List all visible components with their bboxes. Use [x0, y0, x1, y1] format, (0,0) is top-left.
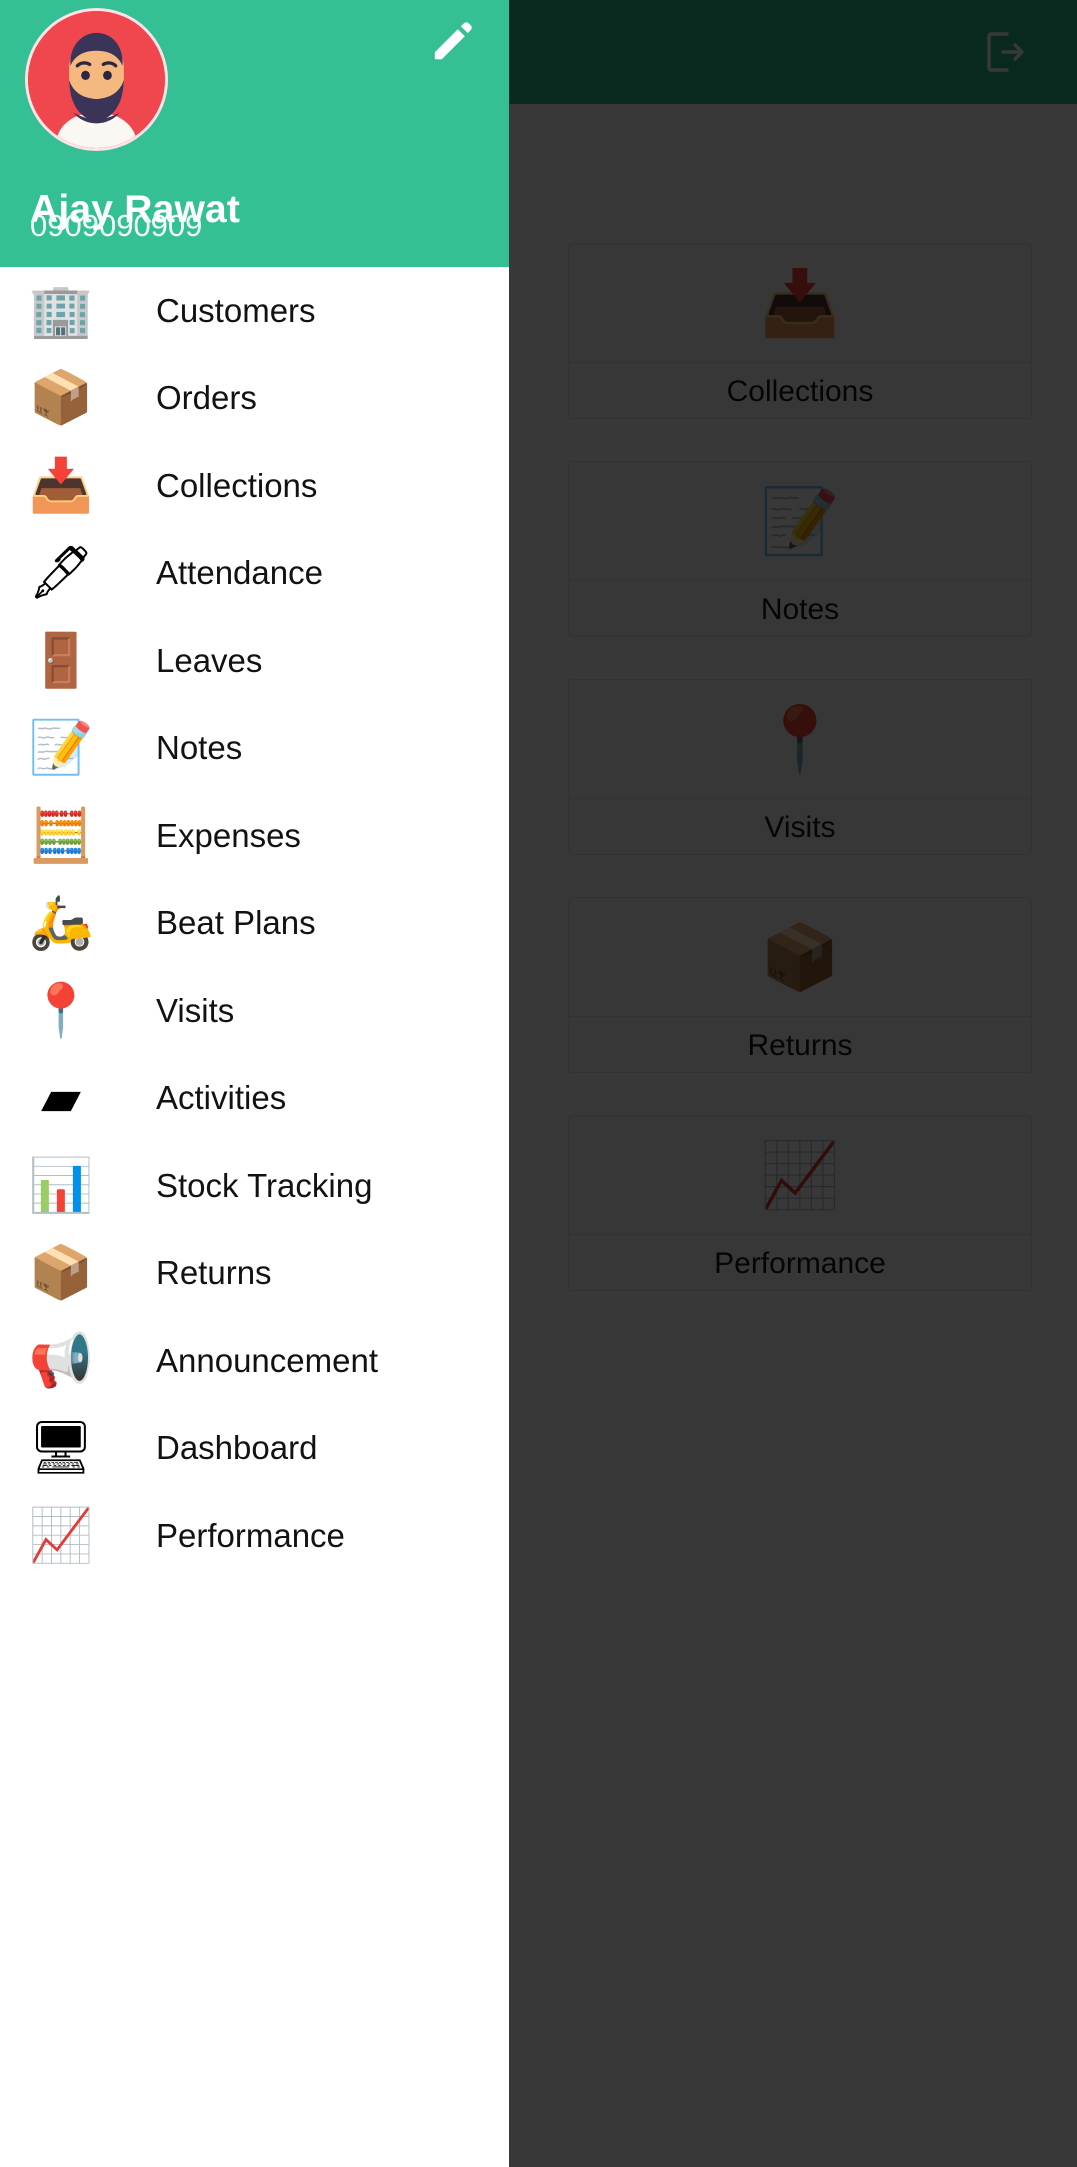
box-clipboard-icon: 📦	[28, 369, 94, 428]
menu-item-dashboard[interactable]: 🖥 Dashboard	[0, 1405, 509, 1493]
menu-item-visits[interactable]: 📍 Visits	[0, 967, 509, 1055]
avatar[interactable]	[25, 8, 168, 151]
inbox-tray-icon: 📥	[28, 456, 94, 515]
growth-chart-icon: 📈	[28, 1506, 94, 1565]
menu-item-notes[interactable]: 📝 Notes	[0, 705, 509, 793]
menu-item-expenses[interactable]: 🧮 Expenses	[0, 792, 509, 880]
scooter-delivery-icon: 🛵	[28, 894, 94, 953]
megaphone-icon: 📢	[28, 1331, 94, 1390]
menu-item-orders[interactable]: 📦 Orders	[0, 355, 509, 443]
menu-item-label: Attendance	[156, 554, 323, 592]
menu-item-announcement[interactable]: 📢 Announcement	[0, 1317, 509, 1405]
menu-item-label: Customers	[156, 291, 316, 329]
menu-item-leaves[interactable]: 🚪 Leaves	[0, 617, 509, 705]
menu-item-customers[interactable]: 🏢 Customers	[0, 267, 509, 355]
menu-item-label: Notes	[156, 729, 243, 767]
menu-item-stock-tracking[interactable]: 📊 Stock Tracking	[0, 1142, 509, 1230]
app-screen: 📥 Collections 📝 Notes 📍 Visits 📦 Returns 📈 Perfor…	[0, 0, 1077, 2167]
user-phone: 0909090909	[30, 208, 203, 243]
activities-icon: ▰	[41, 1069, 81, 1128]
door-exit-icon: 🚪	[28, 631, 94, 690]
drawer-menu-list: 🏢 Customers 📦 Orders 📥 Collections 🖋 Attendance…	[0, 267, 509, 1580]
menu-item-label: Expenses	[156, 816, 301, 854]
calculator-money-icon: 🧮	[28, 806, 94, 865]
buildings-icon: 🏢	[28, 281, 94, 340]
route-pin-icon: 📍	[28, 981, 94, 1040]
menu-item-collections[interactable]: 📥 Collections	[0, 442, 509, 530]
menu-item-beat-plans[interactable]: 🛵 Beat Plans	[0, 880, 509, 968]
menu-item-label: Orders	[156, 379, 257, 417]
menu-item-label: Collections	[156, 466, 318, 504]
drawer-header: Ajay Rawat 0909090909	[0, 0, 509, 267]
dashboard-monitor-icon: 🖥	[28, 1419, 95, 1478]
menu-item-attendance[interactable]: 🖋 Attendance	[0, 530, 509, 618]
package-return-icon: 📦	[28, 1244, 94, 1303]
sticky-note-pin-icon: 📝	[28, 719, 94, 778]
menu-item-label: Announcement	[156, 1341, 378, 1379]
menu-item-label: Performance	[156, 1516, 345, 1554]
edit-pencil-icon[interactable]	[428, 18, 476, 66]
stock-chart-icon: 📊	[28, 1156, 94, 1215]
menu-item-performance[interactable]: 📈 Performance	[0, 1492, 509, 1580]
menu-item-label: Leaves	[156, 641, 263, 679]
menu-item-label: Stock Tracking	[156, 1166, 373, 1204]
menu-item-label: Visits	[156, 991, 235, 1029]
navigation-drawer: Ajay Rawat 0909090909 🏢 Customers 📦 Orders 📥…	[0, 0, 509, 2167]
menu-item-label: Beat Plans	[156, 904, 316, 942]
fingerprint-icon: 🖋	[28, 544, 95, 603]
avatar-illustration	[28, 11, 165, 148]
menu-item-label: Dashboard	[156, 1429, 318, 1467]
menu-item-returns[interactable]: 📦 Returns	[0, 1230, 509, 1318]
menu-item-label: Activities	[156, 1079, 287, 1117]
menu-item-activities[interactable]: ▰ Activities	[0, 1055, 509, 1143]
menu-item-label: Returns	[156, 1254, 272, 1292]
